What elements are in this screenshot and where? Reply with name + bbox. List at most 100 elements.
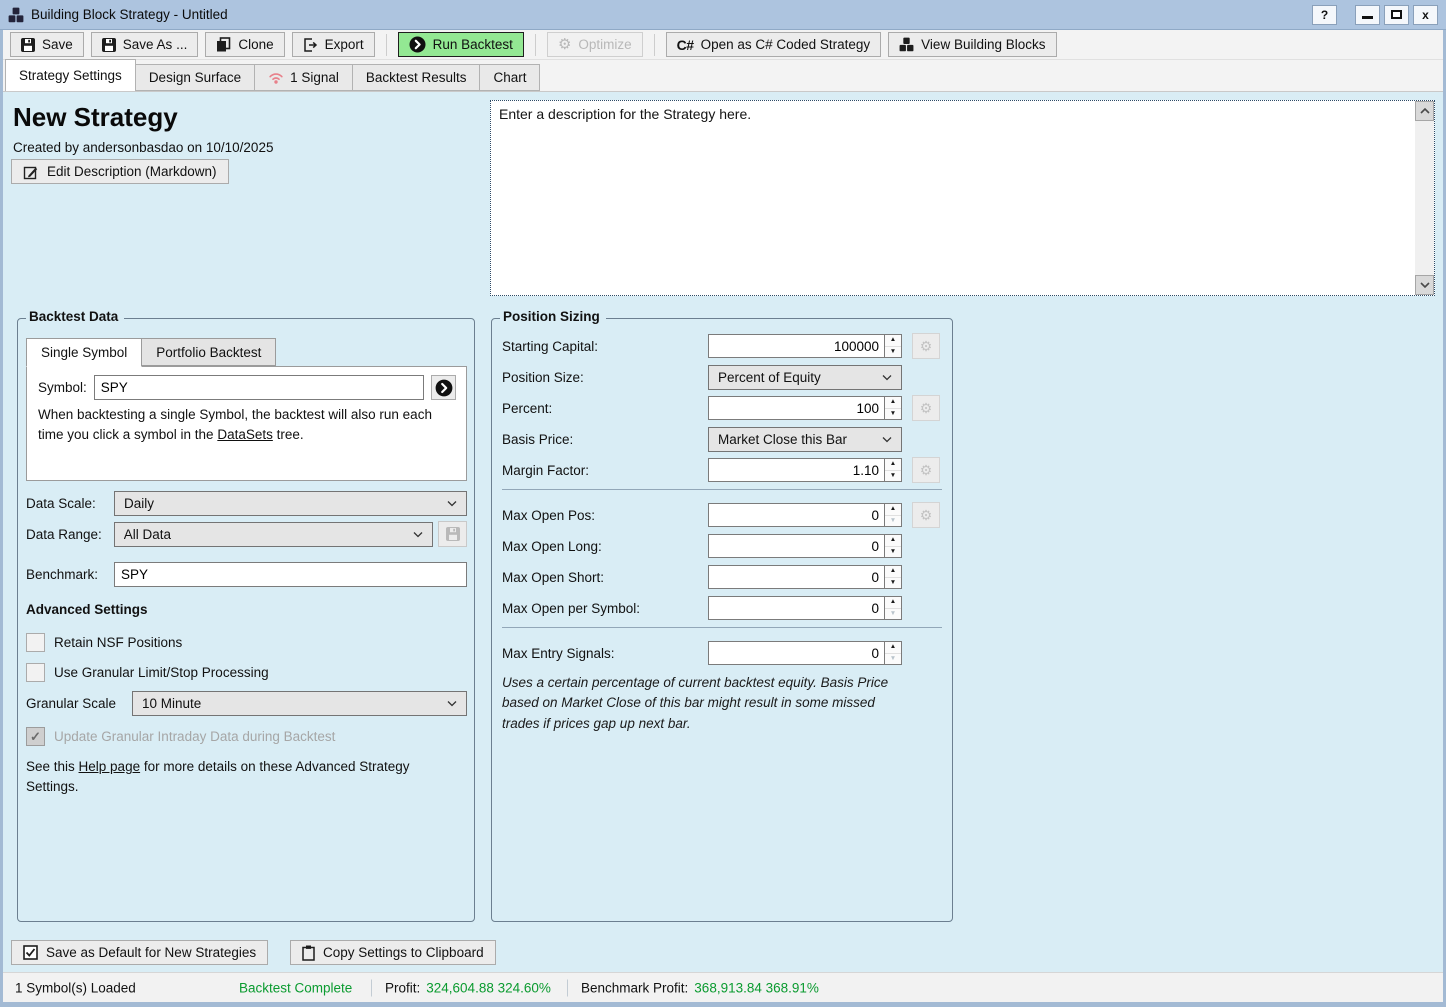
description-editor[interactable]: Enter a description for the Strategy her…	[490, 100, 1435, 296]
benchmark-profit-label: Benchmark Profit:	[581, 980, 688, 995]
close-button[interactable]: x	[1413, 5, 1438, 25]
save-default-button[interactable]: Save as Default for New Strategies	[11, 940, 268, 965]
data-scale-select[interactable]: Daily	[114, 491, 467, 516]
datasets-link[interactable]: DataSets	[217, 427, 273, 442]
help-button[interactable]: ?	[1312, 5, 1337, 25]
settings-gear-button[interactable]: ⚙	[912, 395, 940, 421]
save-as-button[interactable]: Save As ...	[91, 32, 199, 57]
benchmark-profit-value: 368,913.84 368.91%	[694, 980, 819, 995]
open-csharp-button[interactable]: C# Open as C# Coded Strategy	[666, 32, 882, 57]
clone-label: Clone	[238, 37, 273, 52]
minimize-button[interactable]	[1355, 5, 1380, 25]
checkbox-check-icon	[23, 945, 38, 960]
save-data-range-button[interactable]	[438, 521, 467, 547]
max-entry-signals-input[interactable]	[709, 642, 884, 664]
starting-capital-row: Starting Capital: ▲▼ ⚙	[502, 334, 942, 358]
spinner-up-button[interactable]: ▲	[885, 642, 901, 653]
backtest-data-title: Backtest Data	[26, 309, 124, 324]
tab-single-symbol[interactable]: Single Symbol	[26, 338, 142, 367]
position-size-select[interactable]: Percent of Equity	[708, 365, 902, 390]
settings-gear-button[interactable]: ⚙	[912, 502, 940, 528]
position-size-label: Position Size:	[502, 370, 708, 385]
save-label: Save	[42, 37, 73, 52]
tab-design-surface[interactable]: Design Surface	[136, 64, 255, 91]
spinner-down-button[interactable]: ▼	[885, 577, 901, 589]
starting-capital-input[interactable]	[709, 335, 884, 357]
spinner-down-button[interactable]: ▼	[885, 653, 901, 665]
spinner-up-button[interactable]: ▲	[885, 335, 901, 346]
settings-gear-button[interactable]: ⚙	[912, 457, 940, 483]
save-default-label: Save as Default for New Strategies	[46, 945, 256, 960]
tab-backtest-results[interactable]: Backtest Results	[353, 64, 481, 91]
data-scale-label: Data Scale:	[26, 496, 114, 511]
load-symbol-button[interactable]	[431, 375, 456, 400]
tab-chart[interactable]: Chart	[480, 64, 540, 91]
spinner-down-button[interactable]: ▼	[885, 546, 901, 558]
help-page-link[interactable]: Help page	[79, 759, 141, 774]
csharp-icon: C#	[677, 37, 694, 53]
arrow-circle-icon	[435, 379, 453, 397]
chevron-down-icon	[882, 374, 892, 381]
copy-settings-button[interactable]: Copy Settings to Clipboard	[290, 940, 496, 965]
spinner-up-button[interactable]: ▲	[885, 504, 901, 515]
optimize-button[interactable]: ⚙ Optimize	[547, 32, 643, 57]
export-button[interactable]: Export	[292, 32, 375, 57]
percent-input[interactable]	[709, 397, 884, 419]
edit-description-button[interactable]: Edit Description (Markdown)	[11, 159, 229, 184]
spinner-down-button[interactable]: ▼	[885, 408, 901, 420]
granular-processing-checkbox[interactable]	[26, 663, 45, 682]
separator	[502, 627, 942, 628]
data-range-select[interactable]: All Data	[114, 522, 433, 547]
save-button[interactable]: Save	[10, 32, 84, 57]
spinner-down-button[interactable]: ▼	[885, 346, 901, 358]
benchmark-input[interactable]	[115, 563, 466, 586]
status-separator	[371, 979, 372, 996]
run-backtest-button[interactable]: Run Backtest	[398, 32, 524, 57]
granular-scale-select[interactable]: 10 Minute	[132, 691, 467, 716]
clone-icon	[216, 37, 231, 52]
spinner-up-button[interactable]: ▲	[885, 397, 901, 408]
view-building-blocks-button[interactable]: View Building Blocks	[888, 32, 1056, 57]
clone-button[interactable]: Clone	[205, 32, 284, 57]
position-sizing-body: Starting Capital: ▲▼ ⚙ Position Size: Pe…	[492, 319, 952, 921]
retain-nsf-checkbox[interactable]	[26, 633, 45, 652]
position-sizing-note: Uses a certain percentage of current bac…	[502, 673, 898, 734]
spinner-up-button[interactable]: ▲	[885, 597, 901, 608]
tab-portfolio-backtest[interactable]: Portfolio Backtest	[142, 338, 276, 366]
description-text[interactable]: Enter a description for the Strategy her…	[491, 101, 1415, 295]
spinner-down-button[interactable]: ▼	[885, 608, 901, 620]
tab-strategy-settings[interactable]: Strategy Settings	[5, 59, 136, 91]
tab-signals[interactable]: 1 Signal	[255, 64, 353, 91]
maximize-button[interactable]	[1384, 5, 1409, 25]
max-open-per-symbol-label: Max Open per Symbol:	[502, 601, 708, 616]
single-symbol-panel: Symbol: When backtesting a single Symbol…	[26, 366, 467, 481]
tab-bar: Strategy Settings Design Surface 1 Signa…	[3, 60, 1443, 92]
spinner-up-button[interactable]: ▲	[885, 535, 901, 546]
max-open-short-input[interactable]	[709, 566, 884, 588]
floppy-icon	[102, 38, 116, 52]
spin-buttons: ▲▼	[884, 566, 901, 588]
margin-factor-input[interactable]	[709, 459, 884, 481]
granular-processing-label: Use Granular Limit/Stop Processing	[54, 665, 269, 680]
tab-label: Strategy Settings	[19, 68, 122, 83]
maximize-icon	[1391, 10, 1402, 19]
spinner-up-button[interactable]: ▲	[885, 566, 901, 577]
spinner-down-button[interactable]: ▼	[885, 515, 901, 527]
max-open-pos-input[interactable]	[709, 504, 884, 526]
scroll-down-button[interactable]	[1415, 275, 1434, 295]
spinner-down-button[interactable]: ▼	[885, 470, 901, 482]
settings-gear-button[interactable]: ⚙	[912, 333, 940, 359]
scroll-up-button[interactable]	[1415, 101, 1434, 121]
max-open-per-symbol-input[interactable]	[709, 597, 884, 619]
max-open-long-label: Max Open Long:	[502, 539, 708, 554]
spinner-up-button[interactable]: ▲	[885, 459, 901, 470]
basis-price-select[interactable]: Market Close this Bar	[708, 427, 902, 452]
profit-value: 324,604.88 324.60%	[426, 980, 551, 995]
max-open-long-input[interactable]	[709, 535, 884, 557]
description-scrollbar	[1415, 101, 1434, 295]
view-building-blocks-label: View Building Blocks	[921, 37, 1045, 52]
update-granular-checkbox[interactable]: ✓	[26, 727, 45, 746]
max-open-pos-spinner: ▲▼	[708, 503, 902, 527]
symbol-input[interactable]	[95, 376, 423, 399]
app-window: Building Block Strategy - Untitled ? x S…	[0, 0, 1446, 1007]
